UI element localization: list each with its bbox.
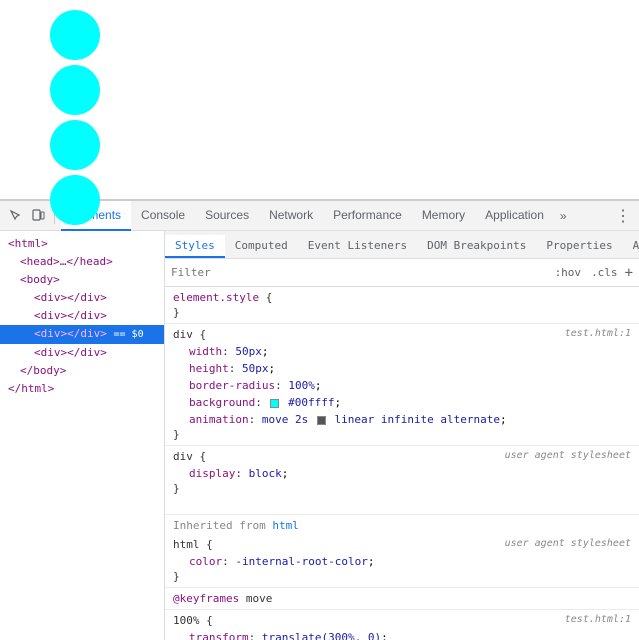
circle-3 [50,120,100,170]
more-tabs-button[interactable]: » [554,201,573,231]
tab-sources[interactable]: Sources [195,201,259,231]
styles-tab-dom-breakpoints[interactable]: DOM Breakpoints [417,235,536,258]
device-icon[interactable] [28,206,48,226]
styles-tab-properties[interactable]: Properties [536,235,622,258]
styles-content: element.style { } test.html:1 div { widt… [165,287,639,640]
styles-tab-computed[interactable]: Computed [225,235,298,258]
html-rule-close: } [173,570,631,583]
tab-application[interactable]: Application [475,201,554,231]
circle-container [50,10,100,225]
cursor-area: ▶ [173,497,631,510]
div-rule-selector[interactable]: div { [173,328,631,341]
div-rule-block: test.html:1 div { width: 50px; height: 5… [165,324,639,446]
keyframes-block: @keyframes move [165,588,639,610]
filter-bar: :hov .cls + [165,259,639,287]
filter-add-button[interactable]: + [625,265,633,281]
div-rule-origin[interactable]: test.html:1 [565,328,631,339]
devtools-main: <html> <head>…</head> <body> <div></div>… [0,231,639,640]
html-line-div-selected[interactable]: <div></div> == $0 [0,325,164,344]
styles-panel: Styles Computed Event Listeners DOM Brea… [165,231,639,640]
prop-height[interactable]: height: 50px; [173,360,631,377]
element-style-selector[interactable]: element.style { [173,291,631,304]
inspect-icon[interactable] [6,206,26,226]
html-line-div-2[interactable]: <div></div> [0,307,164,325]
elements-panel: <html> <head>…</head> <body> <div></div>… [0,231,165,640]
keyframes-100-selector[interactable]: 100% { [173,614,631,627]
html-line-html-close[interactable]: </html> [0,380,164,398]
styles-tab-event-listeners[interactable]: Event Listeners [298,235,417,258]
html-useragent-origin: user agent stylesheet [505,538,631,549]
preview-area [0,0,639,200]
keyframes-origin: test.html:1 [565,614,631,625]
prop-display[interactable]: display: block; [173,465,631,482]
devtools-menu-button[interactable]: ⋮ [613,206,633,226]
html-line-div-4[interactable]: <div></div> [0,344,164,362]
styles-tab-styles[interactable]: Styles [165,235,225,258]
filter-input[interactable] [171,266,552,279]
html-line-head[interactable]: <head>…</head> [0,253,164,271]
div-useragent-block: user agent stylesheet div { display: blo… [165,446,639,515]
tab-performance[interactable]: Performance [323,201,412,231]
prop-transform[interactable]: transform: translate(300%, 0); [173,629,631,640]
circle-1 [50,10,100,60]
html-line-html-open[interactable]: <html> [0,235,164,253]
filter-hov-button[interactable]: :hov [552,265,585,280]
html-line-div-1[interactable]: <div></div> [0,289,164,307]
html-line-body-open[interactable]: <body> [0,271,164,289]
tab-console[interactable]: Console [131,201,195,231]
div-useragent-close: } [173,482,631,495]
element-style-block: element.style { } [165,287,639,324]
tab-memory[interactable]: Memory [412,201,475,231]
filter-buttons: :hov .cls + [552,265,633,281]
background-color-swatch[interactable] [270,399,279,408]
html-rule-block: user agent stylesheet html { color: -int… [165,534,639,588]
circle-2 [50,65,100,115]
main-tab-bar: Elements Console Sources Network Perform… [61,201,611,231]
prop-animation[interactable]: animation: move 2s linear infinite alter… [173,411,631,428]
styles-tab-accessibility[interactable]: Accessibility [623,235,639,258]
tab-network[interactable]: Network [259,201,323,231]
keyframes-title: @keyframes move [173,592,631,605]
prop-width[interactable]: width: 50px; [173,343,631,360]
inherited-from-label: Inherited from html [165,515,639,534]
element-style-close: } [173,306,631,319]
animation-swatch[interactable] [317,416,326,425]
prop-background[interactable]: background: #00ffff; [173,394,631,411]
inherited-from-tag[interactable]: html [272,519,299,532]
prop-border-radius[interactable]: border-radius: 100%; [173,377,631,394]
div-useragent-origin: user agent stylesheet [505,450,631,461]
keyframes-100-block: test.html:1 100% { transform: translate(… [165,610,639,640]
html-line-body-close[interactable]: </body> [0,362,164,380]
styles-tabs: Styles Computed Event Listeners DOM Brea… [165,231,639,259]
div-rule-close: } [173,428,631,441]
circle-4 [50,175,100,225]
filter-cls-button[interactable]: .cls [588,265,621,280]
devtools-panel: Elements Console Sources Network Perform… [0,200,639,640]
prop-color[interactable]: color: -internal-root-color; [173,553,631,570]
